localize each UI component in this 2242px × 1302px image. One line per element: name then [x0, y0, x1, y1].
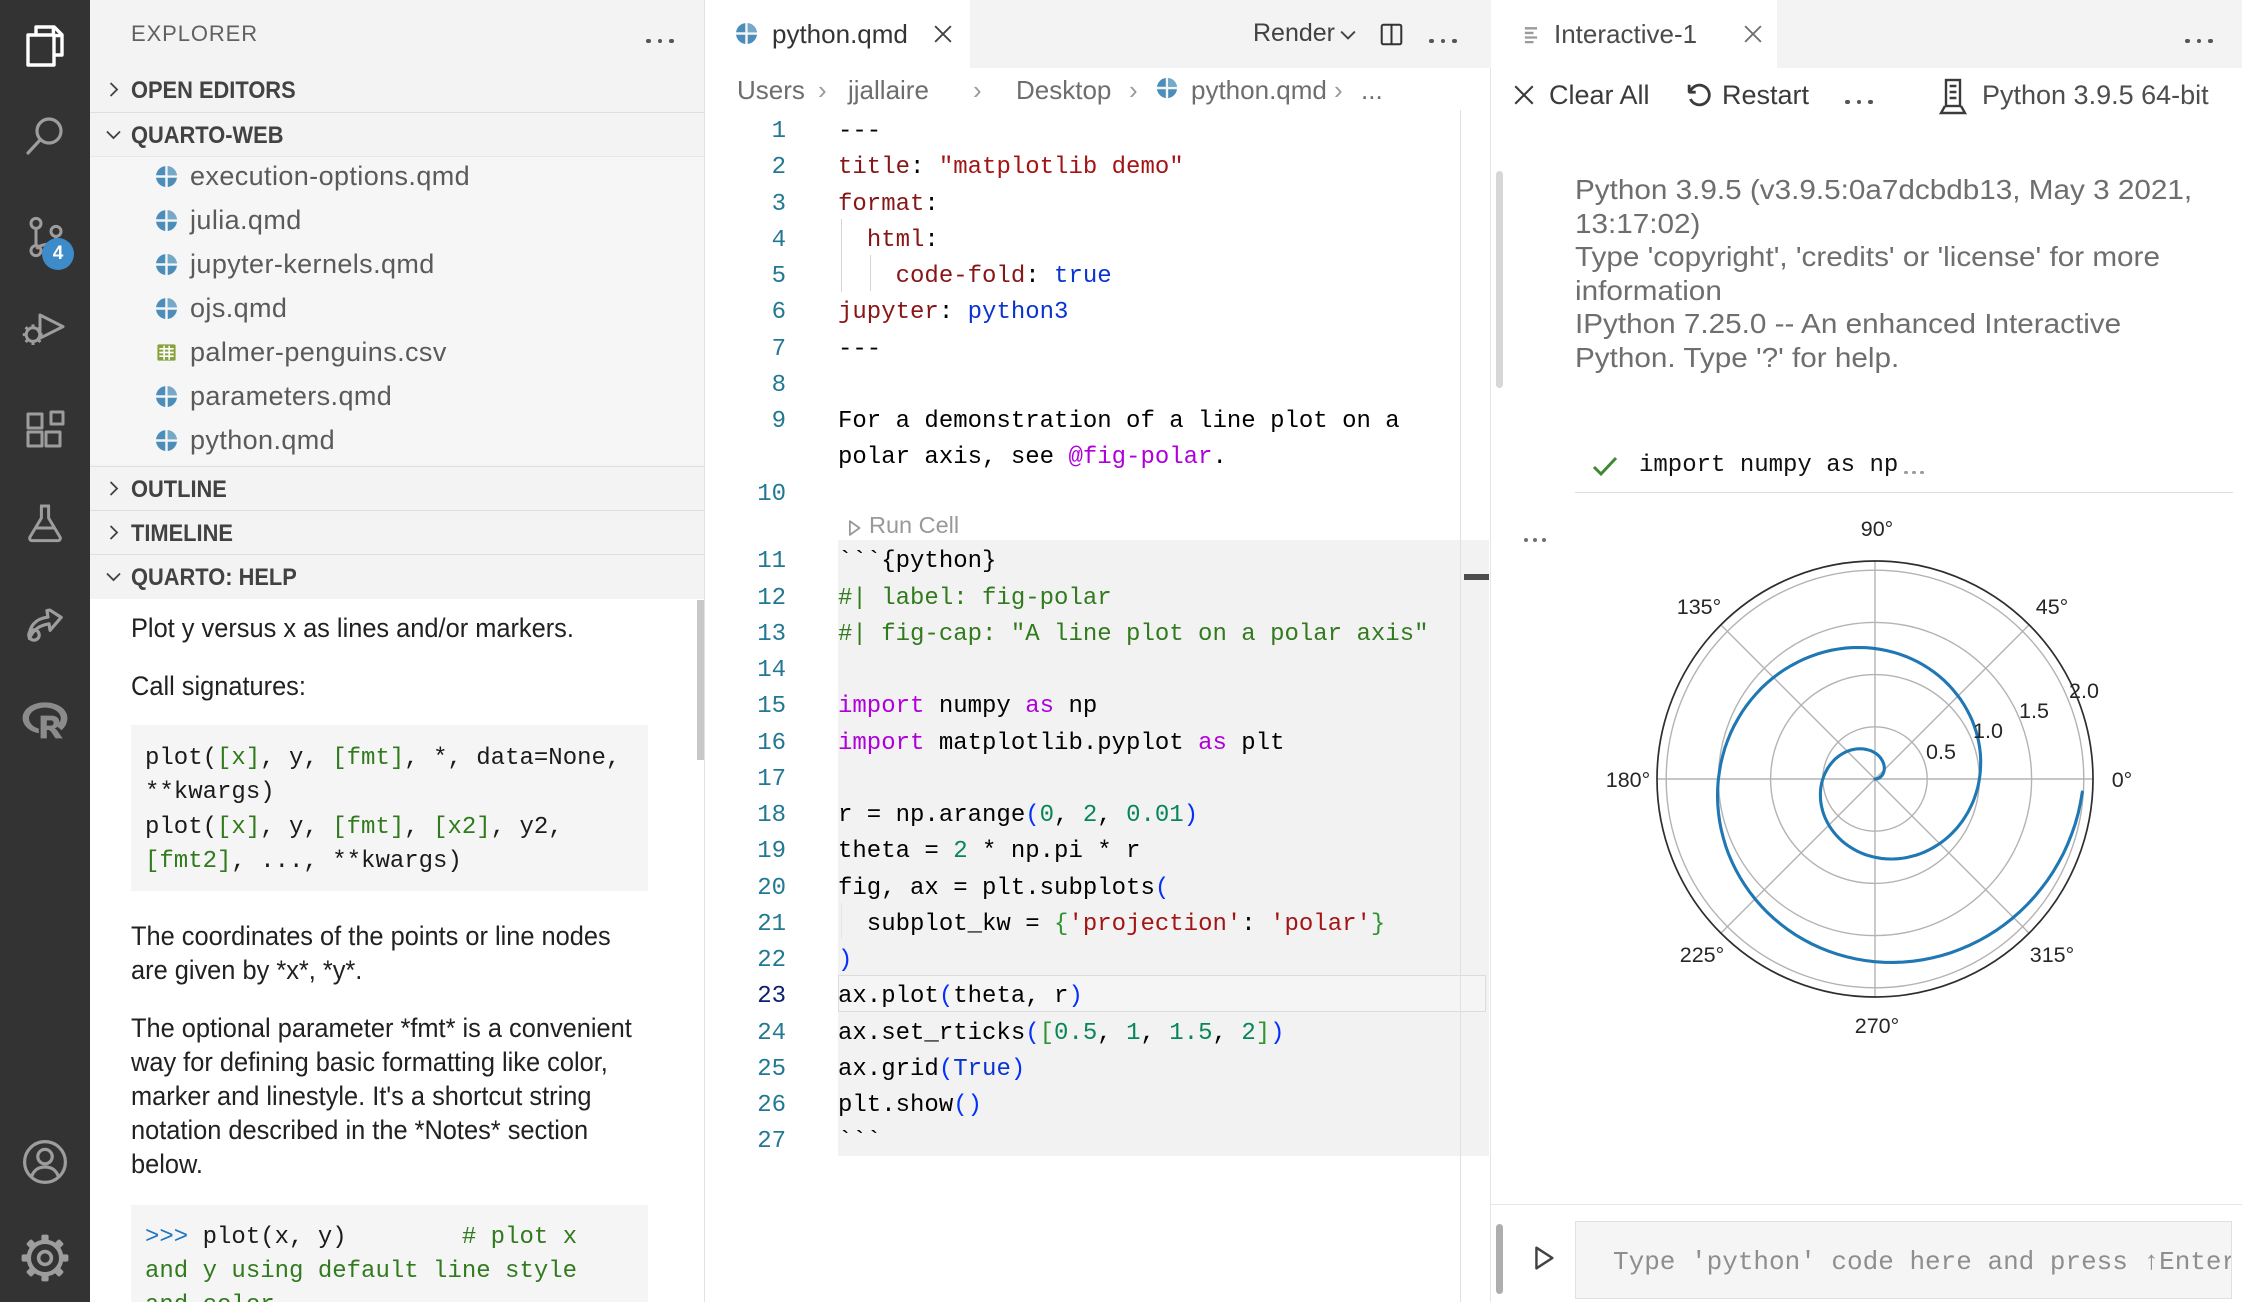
svg-text:225°: 225°	[1680, 943, 1724, 967]
svg-text:135°: 135°	[1677, 595, 1721, 619]
svg-text:0.5: 0.5	[1926, 740, 1956, 764]
svg-text:2.0: 2.0	[2069, 679, 2099, 703]
svg-text:0°: 0°	[2112, 768, 2133, 792]
svg-text:270°: 270°	[1855, 1014, 1899, 1038]
svg-text:1.5: 1.5	[2019, 699, 2049, 723]
svg-text:90°: 90°	[1861, 517, 1894, 541]
svg-text:315°: 315°	[2030, 943, 2074, 967]
svg-text:1.0: 1.0	[1973, 719, 2003, 743]
svg-text:45°: 45°	[2036, 595, 2069, 619]
svg-text:180°: 180°	[1606, 768, 1650, 792]
